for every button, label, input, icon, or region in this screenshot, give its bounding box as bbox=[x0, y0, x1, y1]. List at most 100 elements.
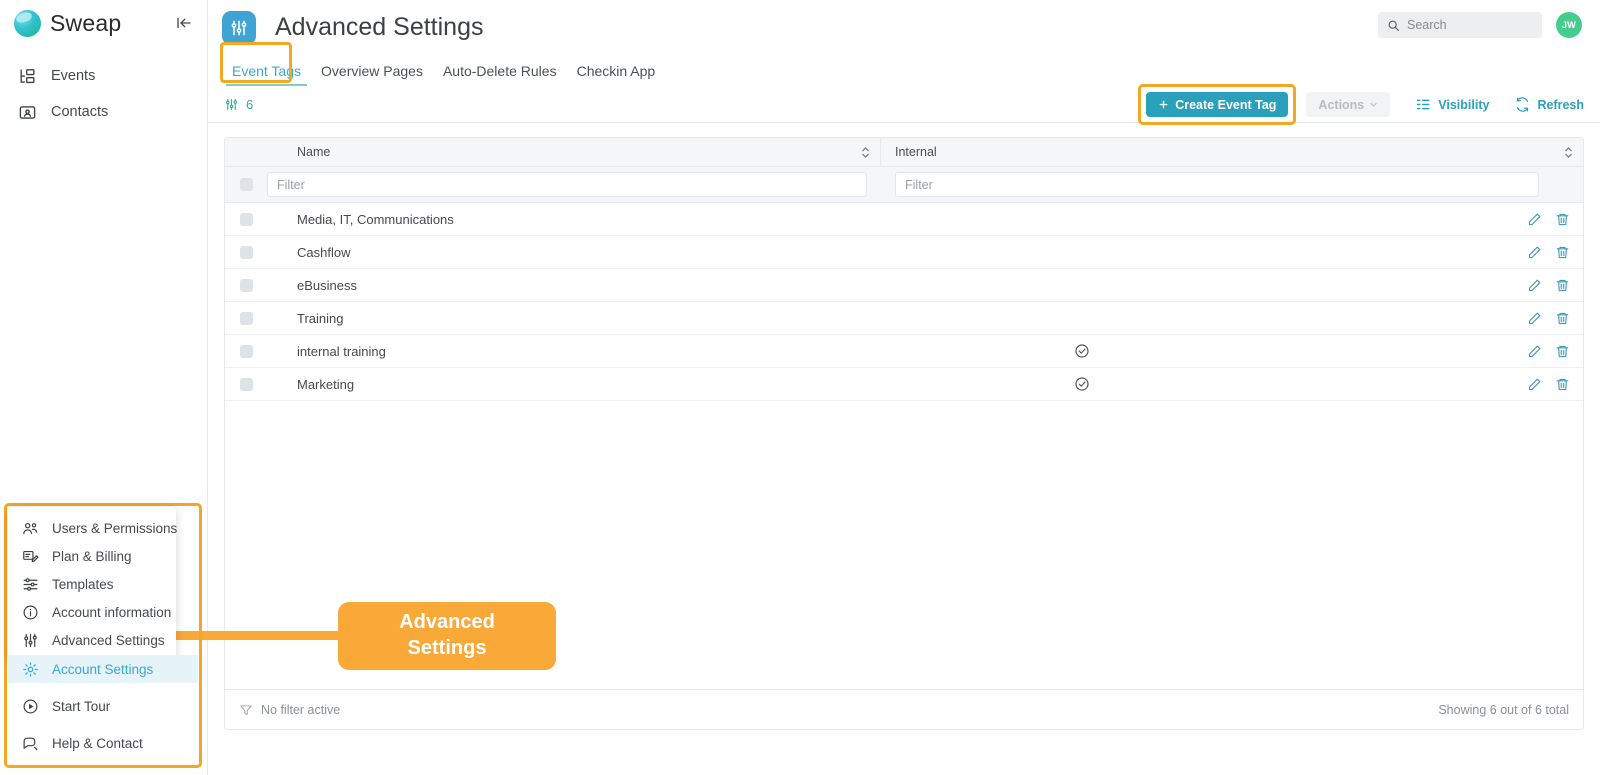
menu-item-label: Start Tour bbox=[52, 698, 111, 714]
row-actions bbox=[1527, 302, 1570, 334]
sliders-icon bbox=[222, 10, 256, 45]
events-icon bbox=[18, 67, 37, 86]
table-row[interactable]: Marketing bbox=[225, 368, 1583, 401]
cell-internal bbox=[881, 376, 1583, 392]
visibility-label: Visibility bbox=[1438, 97, 1490, 112]
column-header-internal[interactable]: Internal bbox=[881, 138, 1583, 166]
table-row[interactable]: eBusiness bbox=[225, 269, 1583, 302]
refresh-label: Refresh bbox=[1537, 97, 1584, 112]
trash-icon[interactable] bbox=[1555, 278, 1570, 293]
users-icon bbox=[22, 520, 39, 537]
trash-icon[interactable] bbox=[1555, 344, 1570, 359]
menu-item-label: Users & Permissions bbox=[52, 520, 178, 536]
row-checkbox[interactable] bbox=[239, 311, 253, 325]
cell-name: Media, IT, Communications bbox=[297, 211, 454, 227]
filter-status-label: No filter active bbox=[261, 702, 341, 717]
sort-updown-icon[interactable] bbox=[1564, 146, 1573, 159]
pencil-icon[interactable] bbox=[1527, 278, 1542, 293]
visibility-button[interactable]: Visibility bbox=[1416, 98, 1489, 112]
cell-internal bbox=[881, 343, 1583, 359]
sidebar-item-events[interactable]: Events bbox=[0, 58, 207, 94]
plus-icon bbox=[1158, 99, 1169, 110]
templates-icon bbox=[22, 576, 39, 593]
tab-overview-pages[interactable]: Overview Pages bbox=[311, 63, 433, 86]
check-circle-icon bbox=[1074, 343, 1090, 359]
table-row[interactable]: Cashflow bbox=[225, 236, 1583, 269]
trash-icon[interactable] bbox=[1555, 377, 1570, 392]
sort-updown-icon[interactable] bbox=[861, 146, 870, 159]
table-filter-row bbox=[225, 167, 1583, 203]
tab-checkin-app[interactable]: Checkin App bbox=[567, 63, 666, 86]
sidebar-item-label: Events bbox=[51, 68, 96, 84]
menu-item-advanced-settings[interactable]: Advanced Settings bbox=[8, 626, 176, 654]
trash-icon[interactable] bbox=[1555, 212, 1570, 227]
tab-bar: Event Tags Overview Pages Auto-Delete Ru… bbox=[208, 42, 1600, 86]
row-actions bbox=[1527, 236, 1570, 268]
callout-bubble: Advanced Settings bbox=[338, 602, 556, 670]
table-row[interactable]: Training bbox=[225, 302, 1583, 335]
filter-input-internal[interactable] bbox=[895, 172, 1539, 197]
select-all-header bbox=[225, 138, 267, 166]
menu-item-account-settings[interactable]: Account Settings bbox=[8, 655, 198, 683]
select-all-checkbox[interactable] bbox=[239, 178, 253, 191]
table-row[interactable]: Media, IT, Communications bbox=[225, 203, 1583, 236]
menu-item-start-tour[interactable]: Start Tour bbox=[8, 692, 198, 720]
menu-item-plan-billing[interactable]: Plan & Billing bbox=[8, 542, 176, 570]
actions-button[interactable]: Actions bbox=[1306, 92, 1391, 117]
row-checkbox[interactable] bbox=[239, 344, 253, 358]
menu-item-help-contact[interactable]: Help & Contact bbox=[8, 729, 198, 757]
pencil-icon[interactable] bbox=[1527, 245, 1542, 260]
row-checkbox-cell bbox=[225, 344, 267, 358]
play-circle-icon bbox=[22, 698, 39, 715]
row-checkbox[interactable] bbox=[239, 377, 253, 391]
search-input[interactable] bbox=[1407, 18, 1527, 32]
row-actions bbox=[1527, 269, 1570, 301]
cell-name: Cashflow bbox=[297, 244, 351, 260]
sidebar-item-contacts[interactable]: Contacts bbox=[0, 94, 207, 130]
billing-icon bbox=[22, 548, 39, 565]
table-footer: No filter active Showing 6 out of 6 tota… bbox=[225, 689, 1583, 729]
avatar[interactable]: JW bbox=[1556, 12, 1582, 38]
showing-count: Showing 6 out of 6 total bbox=[1438, 702, 1569, 717]
menu-separator bbox=[8, 683, 198, 692]
event-tag-count: 6 bbox=[246, 96, 254, 112]
pencil-icon[interactable] bbox=[1527, 377, 1542, 392]
menu-item-templates[interactable]: Templates bbox=[8, 570, 176, 598]
row-actions bbox=[1527, 368, 1570, 400]
pencil-icon[interactable] bbox=[1527, 344, 1542, 359]
sidebar-nav: Events Contacts bbox=[0, 58, 207, 130]
create-event-tag-button[interactable]: Create Event Tag bbox=[1146, 92, 1289, 117]
brand-name: Sweap bbox=[50, 9, 122, 36]
tab-auto-delete-rules[interactable]: Auto-Delete Rules bbox=[433, 63, 567, 86]
row-checkbox-cell bbox=[225, 245, 267, 259]
table-row[interactable]: internal training bbox=[225, 335, 1583, 368]
filter-cell-name bbox=[267, 172, 881, 197]
info-circle-icon bbox=[22, 604, 39, 621]
tab-event-tags[interactable]: Event Tags bbox=[222, 63, 311, 86]
pencil-icon[interactable] bbox=[1527, 212, 1542, 227]
collapse-panel-icon[interactable] bbox=[173, 12, 195, 34]
menu-item-users-permissions[interactable]: Users & Permissions bbox=[8, 514, 178, 542]
column-header-name[interactable]: Name bbox=[267, 138, 881, 166]
count-strip: 6 Create Event Tag Actions Visibility Re… bbox=[208, 84, 1600, 125]
table-body: Media, IT, Communications Cashflow eBusi… bbox=[225, 203, 1583, 401]
gear-icon bbox=[22, 661, 39, 678]
row-checkbox[interactable] bbox=[239, 278, 253, 292]
search-box[interactable] bbox=[1378, 12, 1542, 38]
row-actions bbox=[1527, 203, 1570, 235]
pencil-icon[interactable] bbox=[1527, 311, 1542, 326]
trash-icon[interactable] bbox=[1555, 311, 1570, 326]
trash-icon[interactable] bbox=[1555, 245, 1570, 260]
sidebar-item-label: Contacts bbox=[51, 104, 109, 120]
check-circle-icon bbox=[1074, 376, 1090, 392]
row-checkbox[interactable] bbox=[239, 212, 253, 226]
refresh-button[interactable]: Refresh bbox=[1515, 97, 1584, 112]
row-checkbox[interactable] bbox=[239, 245, 253, 259]
search-icon bbox=[1387, 19, 1400, 32]
menu-item-label: Plan & Billing bbox=[52, 548, 132, 564]
filter-input-name[interactable] bbox=[267, 172, 867, 197]
menu-item-account-information[interactable]: Account information bbox=[8, 598, 176, 626]
table-header-row: Name Internal bbox=[225, 138, 1583, 167]
row-checkbox-cell bbox=[225, 212, 267, 226]
callout-line-1: Advanced bbox=[399, 611, 495, 634]
